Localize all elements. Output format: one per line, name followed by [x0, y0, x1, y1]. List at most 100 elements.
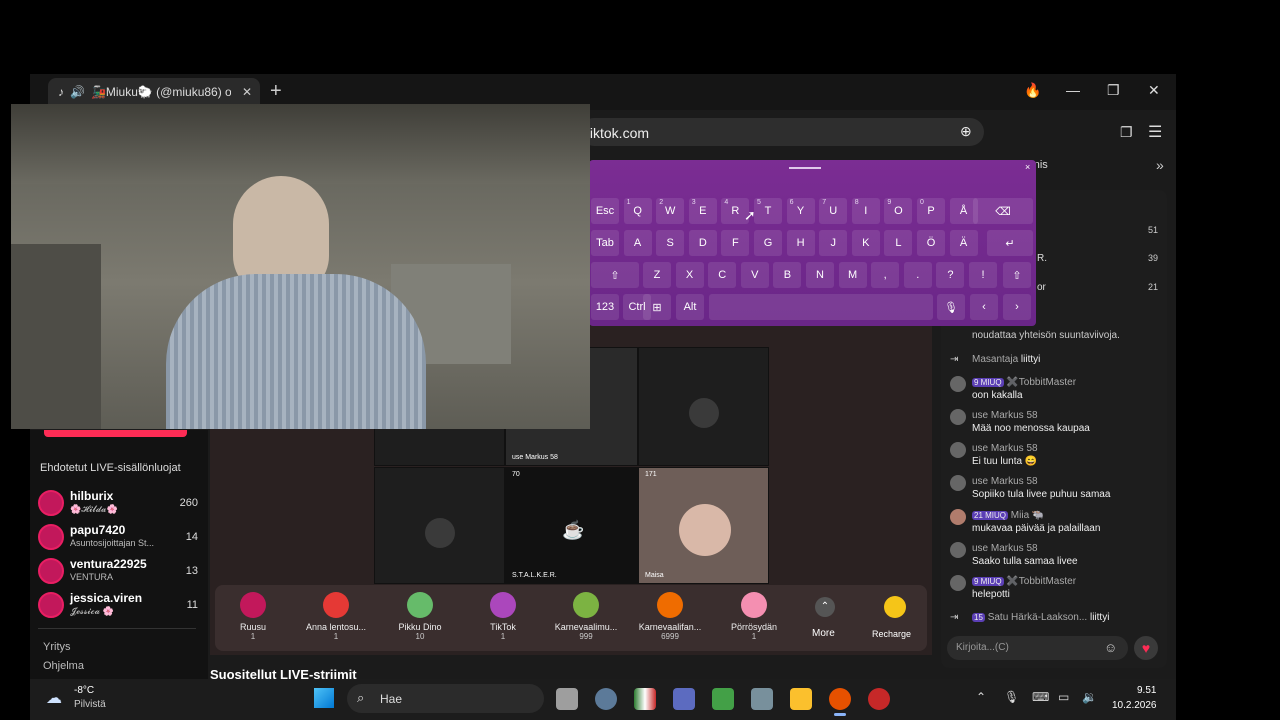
chat-input[interactable]: Kirjoita...(C) ☺ [947, 636, 1128, 660]
key[interactable]: Ö [917, 230, 945, 256]
new-tab-button[interactable]: + [270, 80, 282, 103]
key[interactable]: N [806, 262, 834, 288]
enter-key[interactable]: ↵ [987, 230, 1033, 256]
suggested-creator[interactable]: papu7420 Asuntosijoittajan St... 14 [38, 522, 198, 552]
backspace-key[interactable]: ⌫ [973, 198, 1033, 224]
shift-key[interactable]: ⇧ [591, 262, 639, 288]
chevron-up-icon[interactable]: ⌃ [815, 597, 835, 617]
link-yritys[interactable]: Yritys [43, 641, 71, 653]
close-tab-icon[interactable]: ✕ [242, 85, 252, 99]
key[interactable]: Tab [591, 230, 619, 256]
weather-temp[interactable]: -8°C [74, 685, 94, 696]
key[interactable]: C [708, 262, 737, 288]
speaker-icon[interactable]: 🔊 [70, 85, 85, 99]
key[interactable]: , [871, 262, 900, 288]
browser-icon[interactable] [829, 688, 851, 710]
key[interactable]: X [675, 262, 704, 288]
avatar[interactable] [950, 475, 966, 491]
key[interactable]: Alt [676, 294, 704, 320]
key[interactable]: Esc [591, 198, 619, 224]
key[interactable]: 1Q [623, 198, 652, 224]
menu-icon[interactable]: ☰ [1148, 122, 1162, 142]
suggested-creator[interactable]: jessica.viren 𝓙𝓮𝓼𝓼𝓲𝓬𝓪 🌸 11 [38, 590, 198, 620]
key[interactable]: V [740, 262, 769, 288]
task-view-icon[interactable] [556, 688, 578, 710]
key[interactable]: 7U [819, 198, 848, 224]
key[interactable]: L [884, 230, 913, 256]
file-explorer-icon[interactable] [790, 688, 812, 710]
close-window-button[interactable]: ✕ [1148, 82, 1160, 99]
keyboard-icon[interactable]: ⌨ [1032, 690, 1049, 704]
calculator-icon[interactable] [751, 688, 773, 710]
flame-icon[interactable]: 🔥 [1024, 82, 1041, 99]
key[interactable]: ? [936, 262, 965, 288]
gift-item[interactable]: Pörrösydän 1 [714, 592, 794, 641]
app-icon[interactable] [868, 688, 890, 710]
chevron-up-icon[interactable]: ⌃ [976, 690, 986, 704]
suggested-creator[interactable]: hilburix 🌸𝓗𝓲𝓵𝓭𝓪🌸 260 [38, 488, 198, 518]
network-icon[interactable]: ▭ [1058, 690, 1069, 704]
avatar[interactable] [950, 542, 966, 558]
share-icon[interactable]: ⊕ [960, 123, 972, 140]
key[interactable]: . [903, 262, 932, 288]
more-bookmarks-icon[interactable]: » [1156, 157, 1164, 173]
key[interactable]: J [819, 230, 848, 256]
key[interactable]: M [838, 262, 867, 288]
right-arrow-key[interactable]: › [1003, 294, 1031, 320]
restore-button[interactable]: ❐ [1107, 82, 1120, 99]
key[interactable]: 5T [754, 198, 782, 224]
guest-tile[interactable] [638, 347, 769, 466]
key[interactable]: G [754, 230, 782, 256]
drag-handle[interactable] [789, 167, 821, 169]
microphone-icon[interactable]: 🎙 [1004, 690, 1019, 704]
key[interactable]: Z [643, 262, 671, 288]
more-gifts-button[interactable]: More [812, 628, 835, 639]
key[interactable]: F [721, 230, 750, 256]
cloud-icon[interactable]: ☁ [46, 688, 62, 708]
space-key[interactable] [709, 294, 933, 320]
minimize-button[interactable]: — [1066, 82, 1080, 98]
avatar[interactable] [950, 509, 966, 525]
app-icon[interactable] [634, 688, 656, 710]
address-bar[interactable]: tiktok.com ⊕ [580, 118, 984, 146]
avatar[interactable] [950, 376, 966, 392]
shift-key[interactable]: ⇧ [1003, 262, 1031, 288]
key[interactable]: 3E [688, 198, 717, 224]
recharge-button[interactable]: Recharge [872, 629, 911, 639]
copy-icon[interactable]: ❐ [1120, 124, 1133, 141]
windows-key[interactable]: ⊞ [643, 294, 671, 320]
key[interactable]: 0P [917, 198, 945, 224]
key[interactable]: S [656, 230, 685, 256]
camera-app-icon[interactable] [673, 688, 695, 710]
gift-item[interactable]: Karnevaalimu... 999 [546, 592, 626, 641]
go-live-button[interactable] [44, 430, 187, 437]
avatar[interactable] [950, 442, 966, 458]
mic-key[interactable]: 🎙 [937, 294, 965, 320]
guest-tile[interactable]: 70 ☕ S.T.A.L.K.E.R. [505, 467, 638, 584]
gift-item[interactable]: Karnevaalifan... 6999 [630, 592, 710, 641]
key[interactable]: 123 [591, 294, 619, 320]
guest-tile[interactable]: 171 Maisa [638, 467, 769, 584]
guest-tile[interactable] [374, 467, 505, 584]
copilot-icon[interactable] [595, 688, 617, 710]
key[interactable]: H [786, 230, 815, 256]
key[interactable]: D [688, 230, 717, 256]
key[interactable]: 2W [656, 198, 685, 224]
gift-item[interactable]: Ruusu 1 [213, 592, 293, 641]
heart-icon[interactable]: ♥ [1134, 636, 1158, 660]
emoji-icon[interactable]: ☺ [1104, 640, 1117, 655]
clock-date[interactable]: 10.2.2026 [1112, 700, 1157, 711]
key[interactable]: 9O [884, 198, 913, 224]
avatar[interactable] [950, 409, 966, 425]
key[interactable]: K [851, 230, 880, 256]
key[interactable]: Ä [949, 230, 978, 256]
left-arrow-key[interactable]: ‹ [970, 294, 998, 320]
browser-tab[interactable]: ♪ 🔊 🚂Miuku🐑 (@miuku86) o ✕ [48, 78, 260, 106]
link-ohjelma[interactable]: Ohjelma [43, 660, 84, 672]
gift-item[interactable]: Pikku Dino 10 [380, 592, 460, 641]
clock-time[interactable]: 9.51 [1137, 685, 1156, 696]
keyboard-close-icon[interactable]: × [1025, 162, 1030, 172]
key[interactable]: A [623, 230, 652, 256]
windows-start-icon[interactable] [314, 688, 334, 708]
sheets-icon[interactable] [712, 688, 734, 710]
